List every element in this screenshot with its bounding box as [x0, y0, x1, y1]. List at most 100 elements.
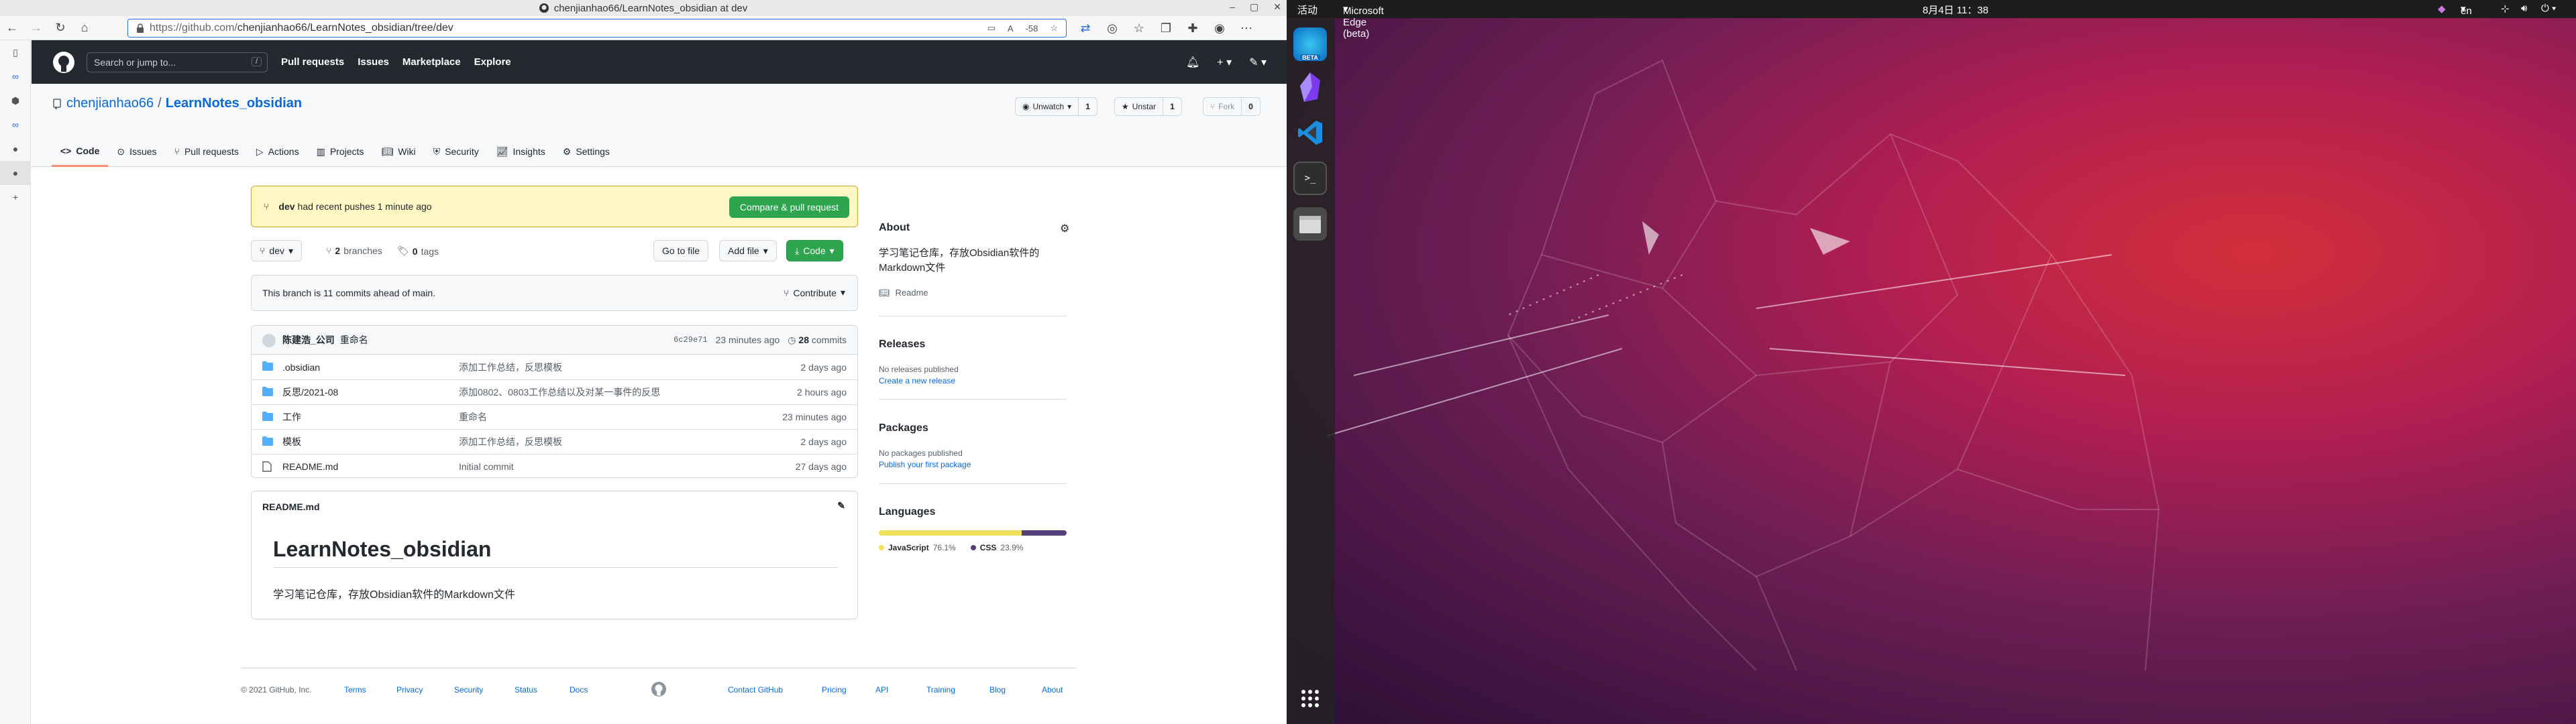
file-name[interactable]: 反思/2021-08	[282, 385, 338, 399]
activities-button[interactable]: 活动	[1297, 3, 1318, 17]
home-icon[interactable]: ⌂	[72, 18, 97, 38]
commits-link[interactable]: ◷ 28 commits	[788, 335, 847, 346]
bell-icon[interactable]: 🔔︎	[1186, 56, 1199, 69]
tab-settings[interactable]: ⚙ Settings	[554, 136, 619, 167]
collections-icon[interactable]: ❐	[1154, 18, 1178, 38]
footer-link-status[interactable]: Status	[515, 685, 537, 695]
author-avatar[interactable]	[262, 334, 276, 347]
refresh-icon[interactable]: ↻	[48, 18, 72, 38]
new-tab-icon[interactable]: +	[0, 185, 31, 209]
footer-link-api[interactable]: API	[875, 685, 888, 695]
file-name[interactable]: README.md	[282, 461, 338, 472]
tab-pull-requests[interactable]: ⑂ Pull requests	[166, 136, 248, 167]
file-name[interactable]: 工作	[282, 410, 301, 424]
favorites-icon[interactable]: ☆	[1127, 18, 1151, 38]
favorite-icon[interactable]: ☆	[1050, 23, 1058, 34]
footer-link-training[interactable]: Training	[926, 685, 955, 695]
branches-link[interactable]: ⑂ 2 branches	[326, 245, 382, 256]
file-commit-message[interactable]: Initial commit	[459, 461, 514, 472]
forward-icon[interactable]: →	[24, 18, 48, 38]
translate-icon[interactable]: A	[1008, 23, 1014, 34]
tab-edge2-icon[interactable]: ∞	[0, 113, 31, 137]
search-input[interactable]: Search or jump to... /	[87, 52, 268, 72]
file-row[interactable]: 工作 重命名 23 minutes ago	[252, 404, 857, 429]
github-mark-icon[interactable]	[651, 682, 666, 697]
compare-pull-request-button[interactable]: Compare & pull request	[729, 196, 849, 218]
create-new-icon[interactable]: + ▾	[1217, 56, 1232, 69]
tab-wiki[interactable]: 📖︎ Wiki	[372, 136, 424, 167]
footer-link-blog[interactable]: Blog	[989, 685, 1006, 695]
file-row[interactable]: 模板 添加工作总结，反思模板 2 days ago	[252, 429, 857, 454]
footer-link-pricing[interactable]: Pricing	[822, 685, 847, 695]
file-commit-message[interactable]: 添加0802、0803工作总结以及对某一事件的反思	[459, 385, 660, 399]
unstar-button[interactable]: ★ Unstar 1	[1114, 97, 1182, 116]
files-icon[interactable]	[1293, 207, 1327, 241]
fork-button[interactable]: ⑂ Fork 0	[1203, 97, 1260, 116]
terminal-icon[interactable]: >_	[1293, 162, 1327, 195]
file-commit-message[interactable]: 添加工作总结，反思模板	[459, 435, 562, 448]
fork-count[interactable]: 0	[1242, 102, 1260, 111]
app-grid-icon[interactable]	[1293, 682, 1327, 715]
packages-heading[interactable]: Packages	[879, 422, 928, 434]
tags-link[interactable]: 🏷︎ 0 tags	[397, 245, 439, 257]
tab-actions-icon[interactable]: ▯	[0, 40, 31, 64]
obsidian-icon[interactable]	[1293, 70, 1327, 104]
power-icon[interactable]: ⏻ ▾	[2541, 3, 2556, 14]
back-icon[interactable]: ←	[0, 18, 24, 38]
more-icon[interactable]: ⋯	[1234, 18, 1258, 38]
edge-beta-icon[interactable]: BETA	[1293, 27, 1327, 61]
tab-github-icon[interactable]: ●	[0, 137, 31, 161]
commit-sha[interactable]: 6c29e71	[674, 335, 707, 345]
footer-link-contact[interactable]: Contact GitHub	[728, 685, 783, 695]
user-avatar[interactable]: ✎ ▾	[1249, 56, 1267, 69]
add-file-button[interactable]: Add file ▾	[719, 240, 777, 261]
maximize-icon[interactable]: ▢	[1250, 1, 1258, 13]
address-bar[interactable]: https://github.com/chenjianhao66/LearnNo…	[127, 19, 1067, 38]
extensions-icon[interactable]: ✚	[1181, 18, 1205, 38]
nav-pull-requests[interactable]: Pull requests	[281, 56, 344, 68]
file-row[interactable]: 反思/2021-08 添加0802、0803工作总结以及对某一事件的反思 2 h…	[252, 379, 857, 404]
file-name[interactable]: 模板	[282, 435, 301, 448]
readme-link[interactable]: 📖︎ Readme	[879, 288, 928, 298]
footer-link-docs[interactable]: Docs	[570, 685, 588, 695]
minimize-icon[interactable]: –	[1230, 1, 1235, 13]
volume-icon[interactable]: 🔊︎	[2521, 3, 2527, 14]
file-row[interactable]: .obsidian 添加工作总结，反思模板 2 days ago	[252, 355, 857, 379]
extension-icon[interactable]: ◎	[1100, 18, 1124, 38]
tab-security[interactable]: ⛨ Security	[425, 136, 488, 167]
footer-link-about[interactable]: About	[1042, 685, 1063, 695]
nav-explore[interactable]: Explore	[474, 56, 511, 68]
tab-projects[interactable]: ▥ Projects	[308, 136, 373, 167]
tab-issues[interactable]: ⊙ Issues	[108, 136, 165, 167]
tab-edge-icon[interactable]: ∞	[0, 64, 31, 88]
language-item[interactable]: JavaScript 76.1%	[879, 543, 956, 552]
file-commit-message[interactable]: 重命名	[459, 410, 487, 424]
reader-icon[interactable]: ▭	[987, 23, 996, 34]
releases-heading[interactable]: Releases	[879, 339, 925, 351]
language-item[interactable]: CSS 23.9%	[970, 543, 1023, 552]
repo-owner-link[interactable]: chenjianhao66	[66, 96, 154, 111]
code-button[interactable]: ⤓ Code ▾	[786, 240, 843, 261]
indicator-icon[interactable]: ◆	[2438, 3, 2446, 15]
tab-actions[interactable]: ▷ Actions	[248, 136, 308, 167]
footer-link-privacy[interactable]: Privacy	[396, 685, 423, 695]
publish-package-link[interactable]: Publish your first package	[879, 460, 971, 469]
footer-link-terms[interactable]: Terms	[344, 685, 366, 695]
contribute-button[interactable]: ⑂ Contribute ▾	[784, 287, 845, 298]
pencil-icon[interactable]: ✎	[837, 500, 845, 511]
github-logo-icon[interactable]	[53, 51, 74, 73]
tab-github-active-icon[interactable]: ●	[0, 161, 31, 185]
create-release-link[interactable]: Create a new release	[879, 376, 955, 385]
file-commit-message[interactable]: 添加工作总结，反思模板	[459, 361, 562, 374]
file-name[interactable]: .obsidian	[282, 362, 320, 373]
repo-name-link[interactable]: LearnNotes_obsidian	[166, 96, 302, 111]
clock[interactable]: 8月4日 11：38	[1923, 3, 1988, 17]
tab-code[interactable]: <> Code	[52, 136, 109, 167]
push-branch-name[interactable]: dev	[278, 201, 294, 212]
nav-marketplace[interactable]: Marketplace	[402, 56, 461, 68]
star-count[interactable]: 1	[1163, 102, 1181, 111]
app-menu[interactable]: Microsoft Edge (beta) ▾	[1343, 3, 1384, 40]
profile-avatar[interactable]: ◉	[1208, 18, 1232, 38]
branch-select-button[interactable]: ⑂ dev ▾	[251, 240, 303, 261]
gear-icon[interactable]: ⚙	[1060, 222, 1069, 235]
